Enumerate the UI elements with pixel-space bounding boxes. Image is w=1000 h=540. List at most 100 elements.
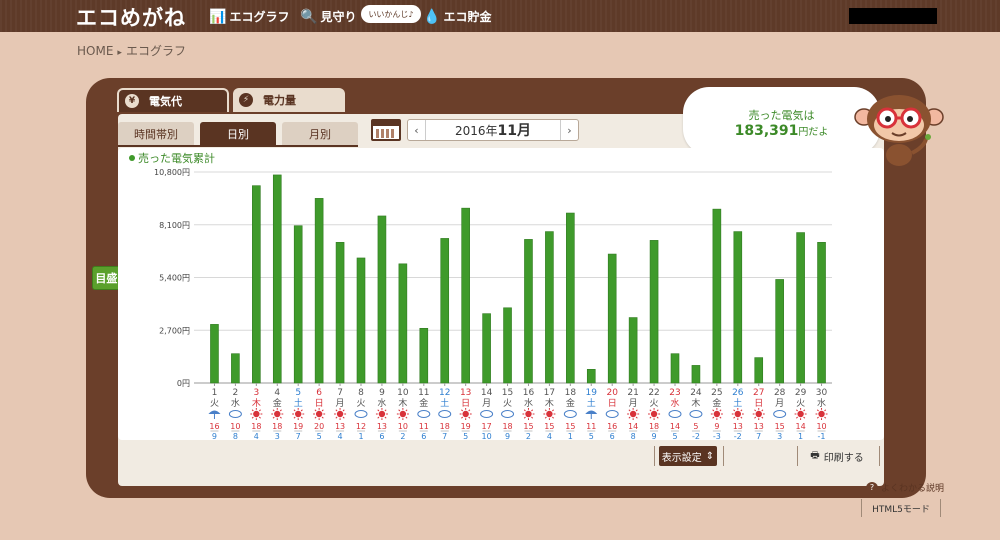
tab-hourly[interactable]: 時間帯別 xyxy=(118,122,194,146)
temp-high: 15 xyxy=(565,422,575,431)
temp-low: 5 xyxy=(317,432,322,440)
temp-low: -2 xyxy=(692,432,700,440)
next-month-button[interactable]: › xyxy=(560,120,578,140)
sun-ray xyxy=(293,409,296,412)
chart-bar xyxy=(482,313,491,384)
x-tick-weekday: 水 xyxy=(670,397,679,409)
sun-ray xyxy=(733,416,736,419)
cloud-icon xyxy=(773,410,787,418)
x-tick-weekday: 木 xyxy=(691,397,700,409)
cloud-icon xyxy=(228,410,242,418)
sun-ray xyxy=(405,409,408,412)
temp-high: 18 xyxy=(440,422,450,431)
temp-low: 6 xyxy=(610,432,615,440)
yen-icon: ¥ xyxy=(125,94,139,108)
nav-eco-graph[interactable]: 📊 エコグラフ xyxy=(209,8,289,25)
nav-mimamori[interactable]: 🔍 見守り xyxy=(300,8,356,25)
x-tick-day: 14 xyxy=(481,388,493,398)
sun-ray xyxy=(461,416,464,419)
sun-icon xyxy=(315,410,323,418)
sun-icon xyxy=(797,410,804,418)
temp-high: 17 xyxy=(482,422,492,431)
help-link[interactable]: ? よくわかる説明 xyxy=(866,481,944,494)
prev-month-button[interactable]: ‹ xyxy=(408,120,426,140)
temp-high: 13 xyxy=(377,422,387,431)
chart-bar xyxy=(252,185,261,384)
sun-ray xyxy=(523,409,526,412)
x-tick-day: 17 xyxy=(544,388,555,398)
sun-ray xyxy=(719,409,722,412)
sun-ray xyxy=(740,416,743,419)
x-tick-day: 6 xyxy=(316,388,322,398)
x-tick-day: 21 xyxy=(627,388,638,398)
sun-ray xyxy=(377,409,380,412)
chart-bar xyxy=(670,353,680,384)
calendar-icon[interactable] xyxy=(371,119,401,141)
temp-low: 4 xyxy=(547,432,552,440)
print-button[interactable]: 🖶 印刷する xyxy=(806,446,868,466)
display-settings-button[interactable]: 表示設定 ⇕ xyxy=(659,446,717,466)
sun-ray xyxy=(523,416,526,419)
temp-high: 12 xyxy=(356,422,366,431)
temp-high: 19 xyxy=(461,422,471,431)
sun-icon xyxy=(734,410,741,418)
top-navigation-bar: エコめがね 📊 エコグラフ 🔍 見守り いいかんじ♪ 💧 エコ貯金 xyxy=(0,0,1000,32)
current-month-label: 2016年11月 xyxy=(426,120,560,140)
x-tick-day: 5 xyxy=(295,388,301,398)
y-tick-label: 8,100円 xyxy=(159,221,190,230)
year-label: 2016年 xyxy=(454,124,498,138)
tab-electricity-cost[interactable]: ¥ 電気代 xyxy=(117,88,229,112)
legend-marker xyxy=(129,155,135,161)
chart-bar xyxy=(272,174,282,384)
tab-daily[interactable]: 日別 xyxy=(200,122,276,146)
sun-ray xyxy=(719,416,722,419)
sun-ray xyxy=(712,416,715,419)
chart-bar xyxy=(524,239,533,384)
x-tick-weekday: 土 xyxy=(440,397,449,409)
temp-low: -2 xyxy=(734,432,742,440)
bar-chart-icon: 📊 xyxy=(209,8,227,25)
cloud-icon xyxy=(689,410,703,418)
x-tick-weekday: 日 xyxy=(315,398,324,409)
summary-unit: 円だよ xyxy=(798,127,829,138)
temp-high: 13 xyxy=(733,422,743,431)
temp-high: 16 xyxy=(607,422,617,431)
sun-ray xyxy=(335,409,338,412)
x-tick-weekday: 土 xyxy=(733,397,742,409)
x-tick-day: 23 xyxy=(669,388,680,398)
temp-low: -3 xyxy=(713,432,721,440)
y-tick-label: 0円 xyxy=(177,379,190,388)
summary-caption: 売った電気は xyxy=(748,109,815,122)
cloud-icon xyxy=(501,410,515,418)
app-logo[interactable]: エコめがね xyxy=(76,2,186,32)
tab-monthly[interactable]: 月別 xyxy=(282,122,358,146)
sun-icon xyxy=(399,410,407,418)
sun-ray xyxy=(733,409,736,412)
html5-mode-button[interactable]: HTML5モード xyxy=(861,499,941,517)
sun-icon xyxy=(629,410,637,418)
chart-bar xyxy=(607,253,617,384)
chart-bar xyxy=(419,327,429,384)
chart-bar xyxy=(712,208,722,384)
x-tick-weekday: 日 xyxy=(608,398,617,409)
temp-high: 9 xyxy=(714,422,719,431)
y-tick-label: 5,400円 xyxy=(159,274,190,283)
sun-ray xyxy=(649,416,652,419)
temp-low: 5 xyxy=(589,432,594,440)
chart-bar xyxy=(754,357,764,384)
sun-ray xyxy=(405,416,408,419)
temp-low: 7 xyxy=(442,432,447,440)
tab-electricity-amount[interactable]: ⚡ 電力量 xyxy=(233,88,345,112)
x-tick-day: 26 xyxy=(732,388,744,398)
sun-ray xyxy=(803,416,806,419)
sun-icon xyxy=(755,410,762,418)
sun-ray xyxy=(824,409,827,412)
breadcrumb-home[interactable]: HOME xyxy=(77,44,113,58)
chart-bar xyxy=(628,317,638,384)
temp-low: 1 xyxy=(798,432,803,440)
x-tick-weekday: 金 xyxy=(273,397,282,409)
x-tick-weekday: 火 xyxy=(503,398,512,409)
nav-eco-savings[interactable]: 💧 エコ貯金 xyxy=(423,8,491,25)
chart-bar xyxy=(356,257,366,384)
chart-bar xyxy=(503,307,512,384)
